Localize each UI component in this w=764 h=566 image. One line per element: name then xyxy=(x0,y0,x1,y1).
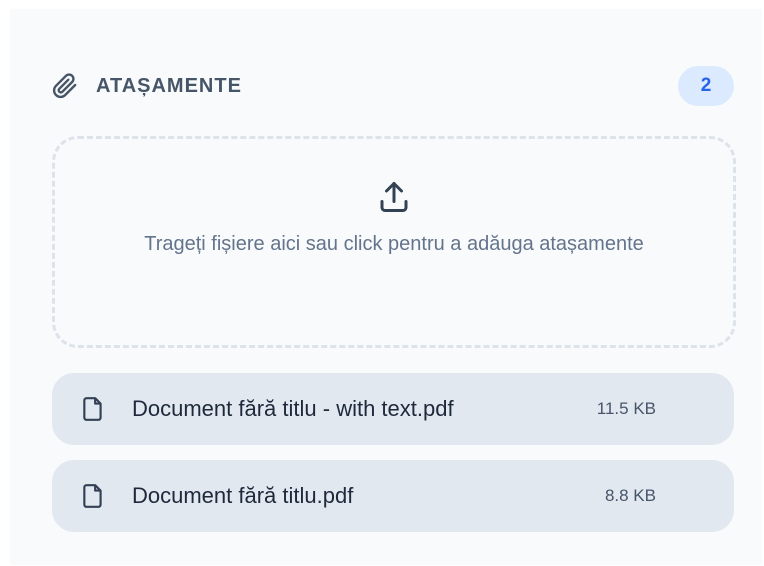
attachments-header: ATAȘAMENTE 2 xyxy=(52,66,734,106)
attachment-size: 11.5 KB xyxy=(596,399,656,418)
dropzone-hint: Trageți fișiere aici sau click pentru a … xyxy=(144,233,644,255)
attachment-name: Document fără titlu - with text.pdf xyxy=(132,396,454,421)
attachment-size: 8.8 KB xyxy=(604,486,656,505)
paperclip-icon xyxy=(52,73,78,99)
file-icon xyxy=(83,484,102,508)
upload-icon xyxy=(380,182,408,212)
attachments-count-badge: 2 xyxy=(678,66,734,106)
attachment-item[interactable]: Document fără titlu - with text.pdf 11.5… xyxy=(52,373,734,445)
file-icon xyxy=(83,397,102,421)
attachment-item[interactable]: Document fără titlu.pdf 8.8 KB xyxy=(52,460,734,532)
attachments-title: ATAȘAMENTE xyxy=(96,74,242,97)
attachment-name: Document fără titlu.pdf xyxy=(132,483,354,508)
file-dropzone[interactable]: Trageți fișiere aici sau click pentru a … xyxy=(52,136,736,348)
